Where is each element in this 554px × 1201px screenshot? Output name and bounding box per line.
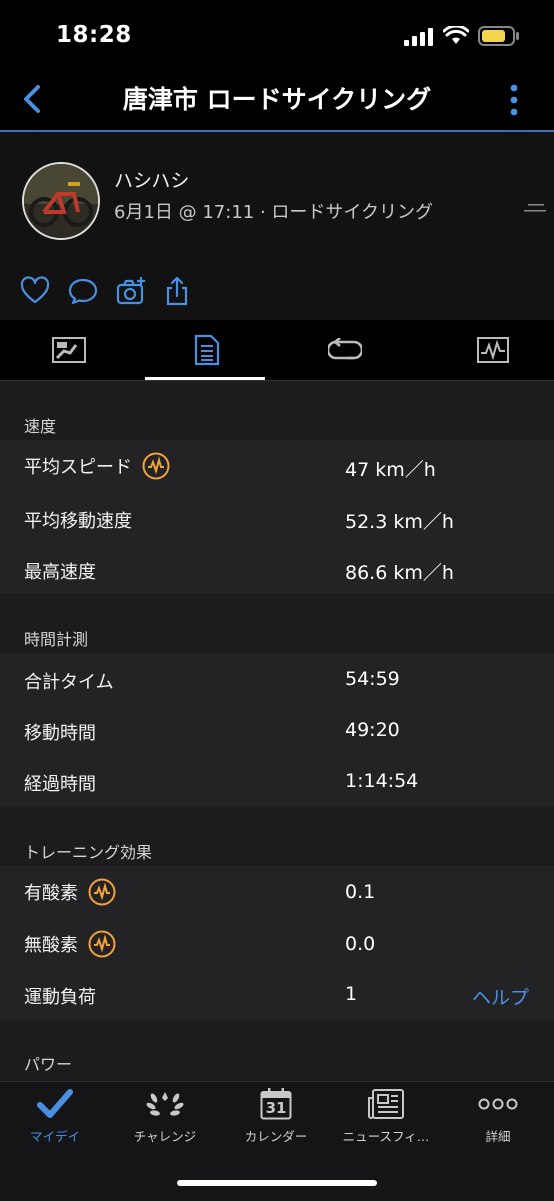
tabbar-label: ニュースフィ… bbox=[342, 1129, 430, 1144]
avatar[interactable] bbox=[22, 162, 100, 240]
total-time-value: 54:59 bbox=[345, 668, 400, 690]
charts-tab[interactable] bbox=[424, 320, 554, 380]
moving-time-value: 49:20 bbox=[345, 719, 400, 741]
like-icon[interactable] bbox=[20, 276, 50, 306]
section-title-power: パワー bbox=[24, 1055, 73, 1074]
back-button[interactable] bbox=[20, 84, 44, 114]
user-name[interactable]: ハシハシ bbox=[114, 166, 189, 193]
active-tab-indicator bbox=[145, 377, 265, 380]
calendar-day: 31 bbox=[265, 1099, 287, 1117]
section-title-speed: 速度 bbox=[24, 417, 57, 436]
signal-icon bbox=[404, 28, 433, 46]
activity-meta: 6月1日 @ 17:11 · ロードサイクリング bbox=[114, 202, 434, 223]
avg-moving-speed-label: 平均移動速度 bbox=[24, 511, 132, 532]
performance-icon[interactable] bbox=[142, 452, 170, 480]
exercise-load-label: 運動負荷 bbox=[24, 987, 96, 1008]
row-anaerobic-label: 無酸素 bbox=[24, 930, 116, 958]
help-link[interactable]: ヘルプ bbox=[472, 983, 529, 1010]
status-time: 18:28 bbox=[56, 22, 132, 48]
elapsed-time-label: 経過時間 bbox=[24, 774, 96, 795]
map-icon bbox=[52, 337, 86, 363]
max-speed-value: 86.6 km／h bbox=[345, 562, 454, 584]
battery-icon bbox=[478, 26, 519, 46]
page-title: 唐津市 ロードサイクリング bbox=[122, 85, 432, 114]
tabbar-newsfeed[interactable]: ニュースフィ… bbox=[331, 1088, 441, 1145]
row-avg-speed-label: 平均スピード bbox=[24, 452, 170, 480]
map-tab[interactable] bbox=[0, 320, 138, 380]
performance-icon[interactable] bbox=[88, 930, 116, 958]
bicycle-photo-icon bbox=[24, 164, 98, 238]
avg-speed-value: 47 km／h bbox=[345, 459, 436, 481]
more-vertical-icon[interactable] bbox=[506, 84, 522, 116]
tabbar-label: カレンダー bbox=[244, 1129, 308, 1144]
tabbar-my-day[interactable]: マイデイ bbox=[0, 1088, 110, 1145]
anaerobic-value: 0.0 bbox=[345, 933, 376, 955]
section-header-speed bbox=[0, 381, 554, 439]
aerobic-value: 0.1 bbox=[345, 881, 376, 903]
checkmark-icon bbox=[37, 1089, 73, 1118]
avg-speed-label: 平均スピード bbox=[24, 457, 132, 478]
tabbar-label: 詳細 bbox=[485, 1129, 511, 1144]
aerobic-label: 有酸素 bbox=[24, 883, 78, 904]
section-title-training: トレーニング効果 bbox=[24, 843, 153, 862]
performance-icon[interactable] bbox=[88, 878, 116, 906]
laps-tab[interactable] bbox=[276, 320, 414, 380]
chart-icon bbox=[477, 337, 509, 363]
tabbar-more[interactable]: 詳細 bbox=[443, 1088, 553, 1145]
elapsed-time-value: 1:14:54 bbox=[345, 770, 419, 792]
comment-icon[interactable] bbox=[68, 276, 98, 306]
moving-time-label: 移動時間 bbox=[24, 723, 96, 744]
tabbar-label: チャレンジ bbox=[133, 1129, 197, 1144]
calendar-icon: 31 bbox=[260, 1088, 292, 1120]
laurel-icon bbox=[146, 1092, 184, 1116]
exercise-load-value: 1 bbox=[345, 983, 358, 1005]
tabbar-challenges[interactable]: チャレンジ bbox=[110, 1088, 220, 1145]
avg-moving-speed-value: 52.3 km／h bbox=[345, 511, 454, 533]
anaerobic-label: 無酸素 bbox=[24, 935, 78, 956]
tabbar-label: マイデイ bbox=[29, 1129, 80, 1144]
total-time-label: 合計タイム bbox=[24, 672, 114, 693]
row-aerobic-label: 有酸素 bbox=[24, 878, 116, 906]
max-speed-label: 最高速度 bbox=[24, 562, 96, 583]
tabbar-calendar[interactable]: 31 カレンダー bbox=[221, 1088, 331, 1145]
signal-strength-icon bbox=[524, 204, 546, 212]
home-indicator bbox=[177, 1180, 377, 1186]
section-header-power bbox=[0, 1020, 554, 1078]
laps-icon bbox=[328, 338, 362, 360]
wifi-icon bbox=[443, 26, 469, 44]
list-document-icon bbox=[194, 334, 220, 366]
camera-add-icon[interactable] bbox=[116, 276, 146, 306]
stats-tab[interactable] bbox=[138, 320, 276, 380]
share-icon[interactable] bbox=[164, 276, 194, 306]
more-dots-icon bbox=[478, 1098, 518, 1110]
newsfeed-icon bbox=[368, 1089, 404, 1119]
section-title-timing: 時間計測 bbox=[24, 630, 89, 649]
